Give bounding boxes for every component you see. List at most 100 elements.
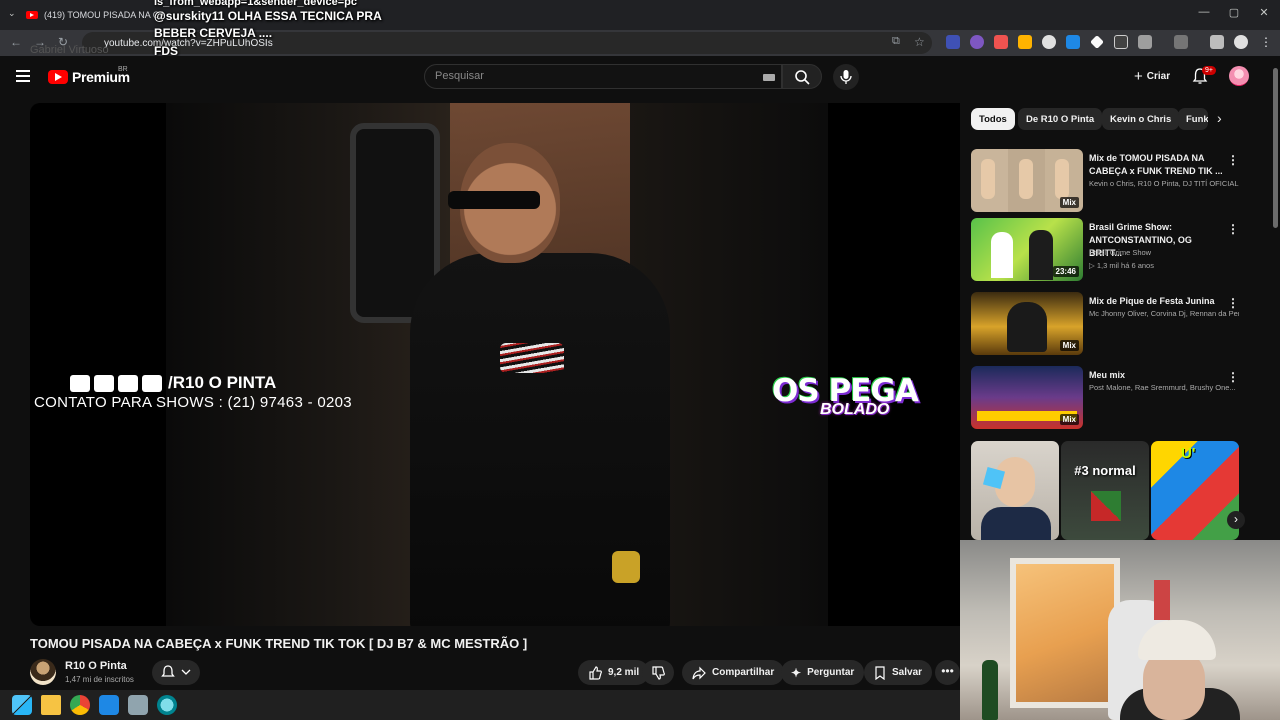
page-scrollbar[interactable] — [1271, 58, 1280, 540]
share-button[interactable]: Compartilhar — [682, 660, 785, 685]
more-vert-icon[interactable]: ⋮ — [1227, 222, 1239, 236]
notepad-icon[interactable] — [99, 695, 119, 715]
extension-icon[interactable] — [946, 35, 960, 49]
webcam-window — [1010, 558, 1120, 708]
more-vert-icon[interactable]: ⋮ — [1227, 296, 1239, 310]
webcam-overlay — [960, 540, 1280, 720]
recommendation-title: Mix de Pique de Festa Junina — [1089, 296, 1215, 306]
extension-icon[interactable] — [1018, 35, 1032, 49]
browser-menu-icon[interactable]: ⋮ — [1260, 35, 1272, 49]
sunglasses — [448, 191, 540, 209]
notification-badge: 9+ — [1202, 66, 1216, 75]
youtube-premium-logo[interactable]: Premium BR — [48, 66, 130, 85]
plus-icon: + — [1134, 67, 1143, 85]
url-overlay-text: Gabriel Virtuoso — [30, 44, 109, 56]
voice-search-button[interactable] — [833, 64, 859, 90]
share-icon — [692, 666, 706, 679]
mix-badge: Mix — [1059, 414, 1079, 425]
file-explorer-icon[interactable] — [41, 695, 61, 715]
search-button[interactable] — [782, 64, 822, 89]
video-title: TOMOU PISADA NA CABEÇA x FUNK TREND TIK … — [30, 636, 528, 651]
extensions-puzzle-icon[interactable] — [1138, 35, 1152, 49]
dislike-button[interactable] — [642, 660, 674, 685]
cast-icon[interactable]: ⧉ — [892, 35, 900, 48]
extension-icon[interactable] — [1042, 35, 1056, 49]
search-box[interactable] — [424, 64, 782, 89]
channel-name[interactable]: R10 O Pinta — [65, 660, 127, 672]
save-button[interactable]: Salvar — [864, 660, 933, 685]
create-label: Criar — [1146, 70, 1171, 82]
recommendation-channel: Post Malone, Rae Sremmurd, Brushy One... — [1089, 383, 1236, 392]
chip-artist[interactable]: Kevin o Chris — [1102, 108, 1180, 130]
chip-channel[interactable]: De R10 O Pinta — [1018, 108, 1103, 130]
overlay-text-line: BEBER CERVEJA .... — [154, 26, 273, 40]
youtube-header: Premium BR + Criar 9+ — [0, 56, 1280, 98]
profile-sync-icon[interactable] — [1174, 35, 1188, 49]
channel-avatar[interactable] — [30, 659, 56, 685]
more-vert-icon[interactable]: ⋮ — [1227, 370, 1239, 384]
back-icon[interactable]: ← — [10, 35, 22, 49]
more-vert-icon[interactable]: ⋮ — [1227, 153, 1239, 167]
subscription-notifications-button[interactable] — [152, 660, 200, 685]
thumbs-down-icon — [652, 665, 665, 680]
shorts-next-chevron-icon[interactable]: › — [1227, 511, 1245, 529]
save-label: Salvar — [892, 667, 923, 678]
shorts-shelf: #3 normal U' › — [971, 441, 1245, 540]
chip-todos[interactable]: Todos — [971, 108, 1015, 130]
ask-button[interactable]: ✦ Perguntar — [781, 660, 865, 685]
account-avatar[interactable] — [1229, 66, 1249, 86]
search-input[interactable] — [435, 70, 735, 82]
shirt-logo — [500, 343, 564, 373]
recommendation-item[interactable]: Mix Mix de TOMOU PISADA NA CABEÇA x FUNK… — [971, 149, 1261, 213]
more-actions-button[interactable]: ••• — [935, 660, 960, 685]
scrollbar-thumb[interactable] — [1273, 68, 1278, 228]
calculator-icon[interactable] — [128, 695, 148, 715]
country-code: BR — [118, 66, 128, 73]
menu-icon[interactable] — [16, 70, 30, 82]
youtube-favicon-icon — [26, 11, 38, 19]
create-button[interactable]: + Criar — [1126, 64, 1178, 88]
close-icon[interactable]: ✕ — [1256, 6, 1272, 19]
search-icon — [795, 70, 810, 85]
like-button[interactable]: 9,2 mil — [578, 660, 650, 685]
keyboard-icon[interactable] — [763, 74, 775, 81]
chrome-icon[interactable] — [70, 695, 90, 715]
tab-list-chevron-icon[interactable]: ⌄ — [8, 8, 16, 19]
recommendation-channel: Mc Jhonny Oliver, Corvina Dj, Rennan da … — [1089, 309, 1239, 318]
short-thumbnail[interactable]: #3 normal — [1061, 441, 1149, 540]
short-thumbnail[interactable] — [971, 441, 1059, 540]
profile-avatar-icon[interactable] — [1234, 35, 1248, 49]
sparkle-icon: ✦ — [791, 665, 802, 680]
recommendation-title: Meu mix — [1089, 370, 1126, 380]
maximize-icon[interactable]: ▢ — [1226, 6, 1242, 19]
bookmark-icon — [875, 665, 885, 680]
short-thumbnail[interactable]: U' — [1151, 441, 1239, 540]
windows-start-icon[interactable] — [12, 695, 32, 715]
recommendation-item[interactable]: Mix Mix de Pique de Festa Junina Mc Jhon… — [971, 292, 1261, 356]
share-label: Compartilhar — [712, 667, 775, 678]
recommendation-title: Mix de TOMOU PISADA NA CABEÇA x FUNK TRE… — [1089, 153, 1223, 176]
bookmark-star-icon[interactable]: ☆ — [914, 35, 925, 49]
overlay-text-line: @surskity11 OLHA ESSA TECNICA PRA — [154, 9, 382, 23]
webcam-bottle — [982, 660, 998, 720]
tab-title: (419) TOMOU PISADA NA CA — [44, 10, 166, 20]
extension-icon[interactable] — [970, 35, 984, 49]
recommendation-thumbnail: Mix — [971, 292, 1083, 355]
overlay-text-line: is_from_webapp=1&sender_device=pc — [154, 0, 357, 8]
extension-icon[interactable] — [1066, 35, 1080, 49]
minimize-icon[interactable]: — — [1196, 6, 1212, 18]
subscriber-count: 1,47 mi de inscritos — [65, 675, 134, 684]
app-icon[interactable] — [157, 695, 177, 715]
reading-list-icon[interactable] — [1210, 35, 1224, 49]
contact-text: CONTATO PARA SHOWS : (21) 97463 - 0203 — [34, 394, 352, 411]
video-player[interactable]: /R10 O PINTA CONTATO PARA SHOWS : (21) 9… — [30, 103, 960, 626]
chip-funk[interactable]: Funk — [1178, 108, 1208, 130]
mix-badge: Mix — [1059, 340, 1079, 351]
extension-icon[interactable] — [994, 35, 1008, 49]
recommendation-item[interactable]: 23:46 Brasil Grime Show: ANTCONSTANTINO,… — [971, 218, 1261, 282]
recommendation-meta: ▷ 1,3 mil há 6 anos — [1089, 261, 1154, 270]
extension-icon[interactable] — [1114, 35, 1128, 49]
recommendation-thumbnail: Mix — [971, 366, 1083, 429]
recommendation-item[interactable]: Mix Meu mix Post Malone, Rae Sremmurd, B… — [971, 366, 1261, 430]
chips-next-chevron-icon[interactable]: › — [1217, 110, 1222, 126]
